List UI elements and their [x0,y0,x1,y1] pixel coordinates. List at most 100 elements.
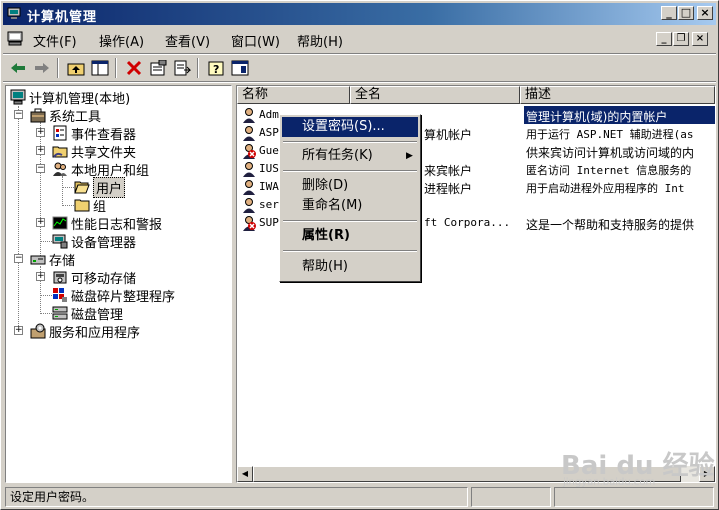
performance-icon [52,216,68,230]
title-bar[interactable]: 计算机管理 _ □ × [3,3,716,25]
menu-help[interactable]: 帮助(H) [297,31,343,50]
forward-button[interactable] [31,57,53,79]
expand-removable-storage[interactable]: + [36,272,45,281]
console-tree[interactable]: 计算机管理(本地) − 系统工具 + 事件查看器 + 共享文件夹 − 本地用户和… [5,85,232,483]
menu-bar: 文件(F) 操作(A) 查看(V) 窗口(W) 帮助(H) _ ❐ × [3,28,716,52]
menu-item-delete[interactable]: 删除(D) [282,176,418,196]
tree-item-groups[interactable]: 组 [74,196,106,215]
properties-button[interactable] [147,57,169,79]
user-icon [243,108,255,123]
help-button[interactable]: ? [205,57,227,79]
expand-perf-logs[interactable]: + [36,218,45,227]
tree-root-label: 计算机管理(本地) [29,91,131,107]
collapse-system-tools[interactable]: − [14,110,23,119]
back-arrow-icon [11,63,25,73]
tree-item-defrag[interactable]: 磁盘碎片整理程序 [52,286,175,305]
tree-item-removable-storage[interactable]: 可移动存储 [52,268,136,287]
expand-event-viewer[interactable]: + [36,128,45,137]
menu-item-all-tasks[interactable]: 所有任务(K) ▶ [282,146,418,166]
tree-item-perf-logs[interactable]: 性能日志和警报 [52,214,162,233]
export-icon [174,60,191,76]
folder-up-icon [67,63,85,76]
tree-item-shared-folders[interactable]: 共享文件夹 [52,142,136,161]
column-header-name[interactable]: 名称 [237,86,350,104]
services-icon [30,323,46,339]
computer-management-icon [7,7,21,19]
context-menu: 设置密码(S)... 所有任务(K) ▶ 删除(D) 重命名(M) 属性(R) … [279,114,421,282]
scroll-left-button[interactable]: ◀ [237,466,253,482]
window-title: 计算机管理 [27,10,98,25]
folder-icon [74,199,90,212]
tree-item-disk-management[interactable]: 磁盘管理 [52,304,123,323]
menu-item-rename[interactable]: 重命名(M) [282,196,418,216]
disabled-user-icon [243,216,256,231]
export-list-button[interactable] [171,57,193,79]
child-minimize-button[interactable]: _ [656,32,672,46]
computer-icon [10,89,26,105]
delete-button[interactable] [123,57,145,79]
collapse-storage[interactable]: − [14,254,23,263]
user-icon [243,180,255,195]
menu-file[interactable]: 文件(F) [33,31,77,50]
menu-item-help[interactable]: 帮助(H) [282,257,418,277]
forward-arrow-icon [35,63,49,73]
toolbox-icon [30,108,46,123]
toolbar: ? [3,55,716,81]
user-icon [243,198,255,213]
action-pane-icon [231,60,249,76]
users-groups-icon [53,162,67,176]
menu-action[interactable]: 操作(A) [99,31,144,50]
event-viewer-icon [53,125,67,141]
storage-icon [30,255,46,265]
menu-item-properties[interactable]: 属性(R) [282,226,418,246]
child-restore-button[interactable]: ❐ [673,32,689,46]
column-header-fullname[interactable]: 全名 [350,86,520,104]
tree-users-label: 用户 [93,176,126,198]
status-panel-3 [554,487,714,507]
shared-folder-icon [52,146,68,158]
tree-item-storage[interactable]: 存储 [30,250,75,269]
disabled-user-icon [243,144,256,159]
submenu-arrow-icon: ▶ [406,151,413,161]
tree-root[interactable]: 计算机管理(本地) [10,88,131,107]
tree-item-local-users-groups[interactable]: 本地用户和组 [52,160,149,179]
menu-item-set-password[interactable]: 设置密码(S)... [282,117,418,137]
maximize-button[interactable]: □ [678,6,694,20]
expand-shared-folders[interactable]: + [36,146,45,155]
status-text: 设定用户密码。 [5,487,468,507]
device-manager-icon [52,234,68,249]
console-icon[interactable] [7,31,23,46]
baidu-watermark-url: jingyan.baidu.com [563,477,656,488]
close-button[interactable]: × [697,6,713,20]
svg-text:?: ? [213,63,219,76]
show-hide-tree-button[interactable] [89,57,111,79]
status-panel-2 [471,487,551,507]
disk-management-icon [52,306,68,320]
status-bar: 设定用户密码。 [3,487,716,509]
user-icon [243,126,255,141]
removable-storage-icon [53,271,67,284]
selected-row-highlight: 管理计算机(域)的内置帐户 [524,106,715,124]
tree-item-users[interactable]: 用户 [74,176,126,198]
up-level-button[interactable] [65,57,87,79]
column-header-description[interactable]: 描述 [520,86,715,104]
delete-x-icon [126,60,142,76]
child-close-button[interactable]: × [692,32,708,46]
expand-services-apps[interactable]: + [14,326,23,335]
help-book-icon: ? [208,61,224,76]
minimize-button[interactable]: _ [661,6,677,20]
tree-item-device-manager[interactable]: 设备管理器 [52,232,136,251]
tree-item-system-tools[interactable]: 系统工具 [30,106,101,125]
main-window: 计算机管理 _ □ × 文件(F) 操作(A) 查看(V) 窗口(W) 帮助(H… [0,0,719,510]
menu-window[interactable]: 窗口(W) [231,31,280,50]
collapse-local-users[interactable]: − [36,164,45,173]
user-icon [243,162,255,177]
back-button[interactable] [7,57,29,79]
menu-view[interactable]: 查看(V) [165,31,210,50]
console-tree-icon [91,60,109,76]
show-hide-action-pane-button[interactable] [229,57,251,79]
folder-open-icon [74,181,90,194]
tree-item-event-viewer[interactable]: 事件查看器 [52,124,136,143]
tree-item-services-apps[interactable]: 服务和应用程序 [30,322,140,341]
properties-icon [150,60,167,76]
